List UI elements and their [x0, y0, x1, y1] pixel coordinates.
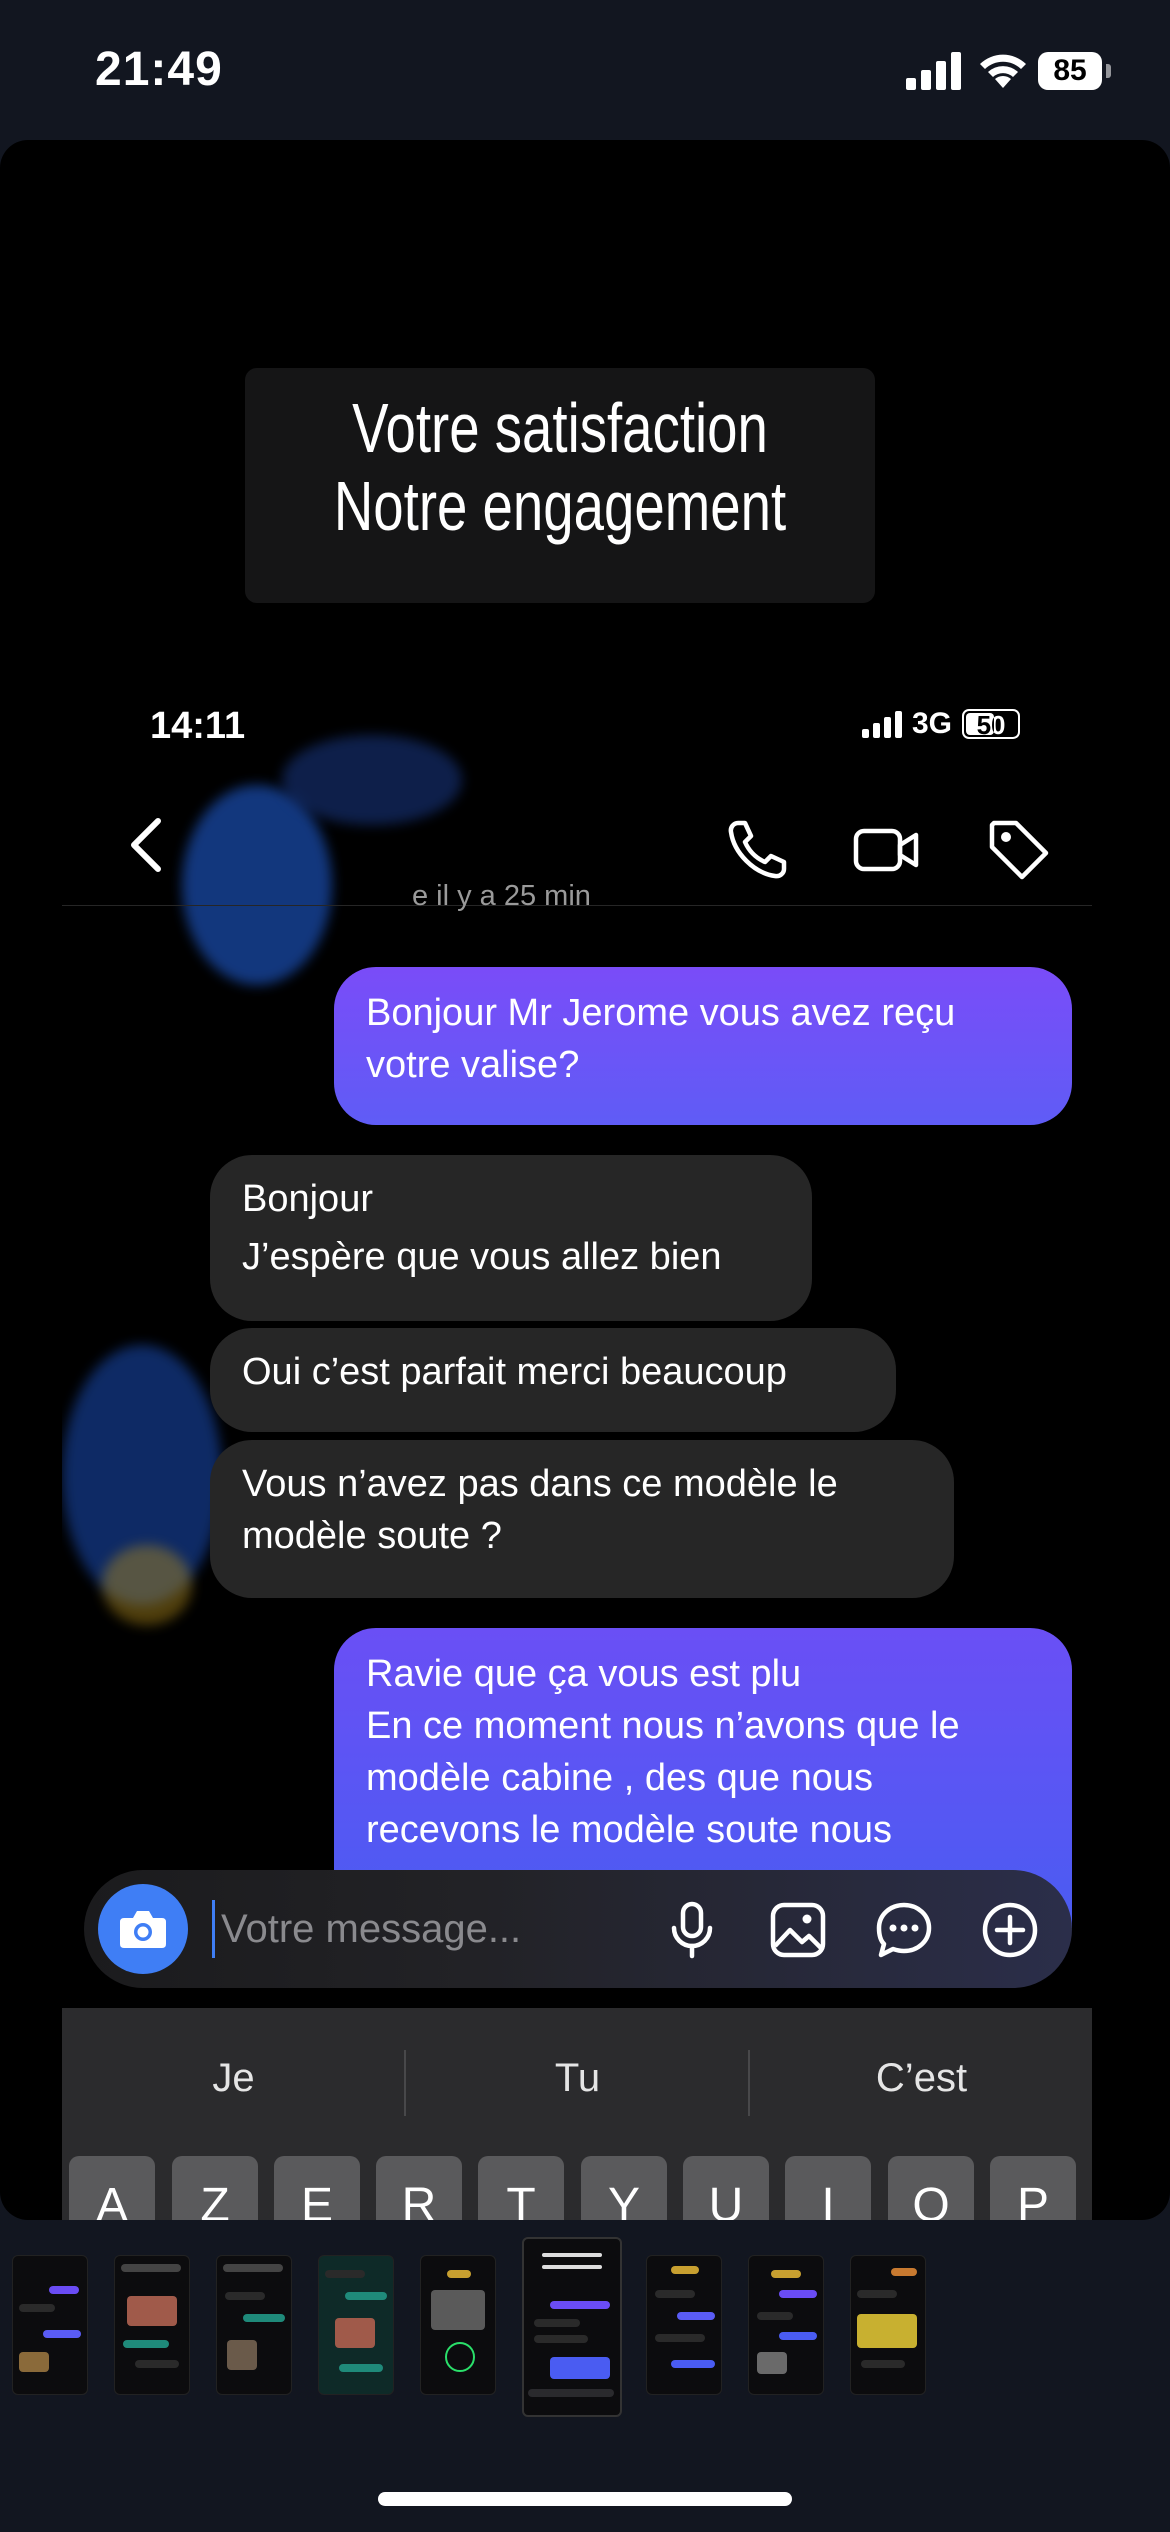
key-i[interactable]: I [785, 2156, 871, 2220]
key-o[interactable]: O [888, 2156, 974, 2220]
battery-icon: 85 [1038, 52, 1112, 92]
key-p[interactable]: P [990, 2156, 1076, 2220]
caption-line-2: Notre engagement [333, 467, 787, 545]
cellular-signal-icon [906, 52, 961, 90]
message-line: votre valise? [366, 1044, 580, 1086]
key-u[interactable]: U [683, 2156, 769, 2220]
tag-icon[interactable] [984, 815, 1052, 883]
message-line: Vous n’avez pas dans ce modèle le [242, 1463, 838, 1505]
wifi-icon [980, 54, 1026, 88]
story-viewer[interactable]: Votre satisfaction Notre engagement 14:1… [0, 140, 1170, 2220]
story-thumbnail[interactable] [216, 2255, 292, 2395]
camera-icon [120, 1911, 166, 1948]
plus-circle-icon[interactable] [980, 1900, 1040, 1960]
suggestion-1[interactable]: Je [62, 2008, 405, 2148]
key-e[interactable]: E [274, 2156, 360, 2220]
microphone-icon[interactable] [662, 1900, 722, 1960]
camera-button[interactable] [98, 1884, 188, 1974]
key-t[interactable]: T [478, 2156, 564, 2220]
message-line: En ce moment nous n’avons que le [366, 1705, 960, 1747]
story-thumbnail[interactable] [12, 2255, 88, 2395]
inner-network-type: 3G [912, 707, 953, 740]
inner-status-time: 14:11 [150, 705, 246, 747]
story-thumbnail[interactable] [420, 2255, 496, 2395]
message-line: modèle cabine , des que nous [366, 1757, 874, 1799]
key-a[interactable]: A [69, 2156, 155, 2220]
caption-line-1: Votre satisfaction [352, 389, 768, 467]
story-thumbnail-current[interactable] [522, 2237, 622, 2417]
message-input[interactable]: Votre message... [212, 1900, 621, 1958]
inner-battery-level: 50 [976, 710, 1006, 740]
key-y[interactable]: Y [581, 2156, 667, 2220]
message-line: Oui c’est parfait merci beaucoup [242, 1351, 787, 1393]
video-camera-icon[interactable] [852, 815, 920, 883]
inner-battery-icon: 50 [962, 709, 1021, 740]
message-line: J’espère que vous allez bien [242, 1236, 722, 1278]
message-line: Ravie que ça vous est plu [366, 1653, 802, 1695]
story-thumbnail[interactable] [318, 2255, 394, 2395]
status-bar: 21:49 85 [0, 0, 1170, 140]
keyboard: Je Tu C’est A Z E R T Y U I O P [62, 2008, 1092, 2220]
message-line: Bonjour Mr Jerome vous avez reçu [366, 992, 956, 1034]
story-thumbnail[interactable] [748, 2255, 824, 2395]
chat-bubble-icon[interactable] [874, 1900, 934, 1960]
story-thumbnail[interactable] [114, 2255, 190, 2395]
message-incoming[interactable]: Vous n’avez pas dans ce modèle le modèle… [210, 1440, 954, 1598]
battery-level: 85 [1038, 52, 1102, 90]
message-incoming[interactable]: Bonjour J’espère que vous allez bien [210, 1155, 812, 1321]
chat-screenshot: 14:11 3G 50 e il y a 25 min Bonjour Mr J… [62, 665, 1092, 2220]
chevron-left-icon[interactable] [122, 815, 172, 875]
last-seen-status: e il y a 25 min [412, 880, 591, 912]
message-line: recevons le modèle soute nous [366, 1809, 892, 1851]
message-composer: Votre message... [84, 1870, 1072, 1988]
chat-header: e il y a 25 min [62, 775, 1092, 912]
story-thumbnail[interactable] [646, 2255, 722, 2395]
story-thumbnail[interactable] [850, 2255, 926, 2395]
message-outgoing[interactable]: Bonjour Mr Jerome vous avez reçu votre v… [334, 967, 1072, 1125]
inner-signal-icon [862, 710, 902, 738]
status-time: 21:49 [95, 43, 223, 96]
message-line: Bonjour [242, 1178, 373, 1220]
story-caption: Votre satisfaction Notre engagement [245, 368, 875, 603]
key-r[interactable]: R [376, 2156, 462, 2220]
suggestion-2[interactable]: Tu [406, 2008, 749, 2148]
message-incoming[interactable]: Oui c’est parfait merci beaucoup [210, 1328, 896, 1432]
suggestion-3[interactable]: C’est [750, 2008, 1092, 2148]
inner-status-indicators: 3G 50 [862, 707, 1021, 741]
key-z[interactable]: Z [172, 2156, 258, 2220]
home-indicator[interactable] [378, 2492, 792, 2506]
phone-icon[interactable] [724, 815, 792, 883]
message-line: modèle soute ? [242, 1515, 502, 1557]
image-icon[interactable] [768, 1900, 828, 1960]
